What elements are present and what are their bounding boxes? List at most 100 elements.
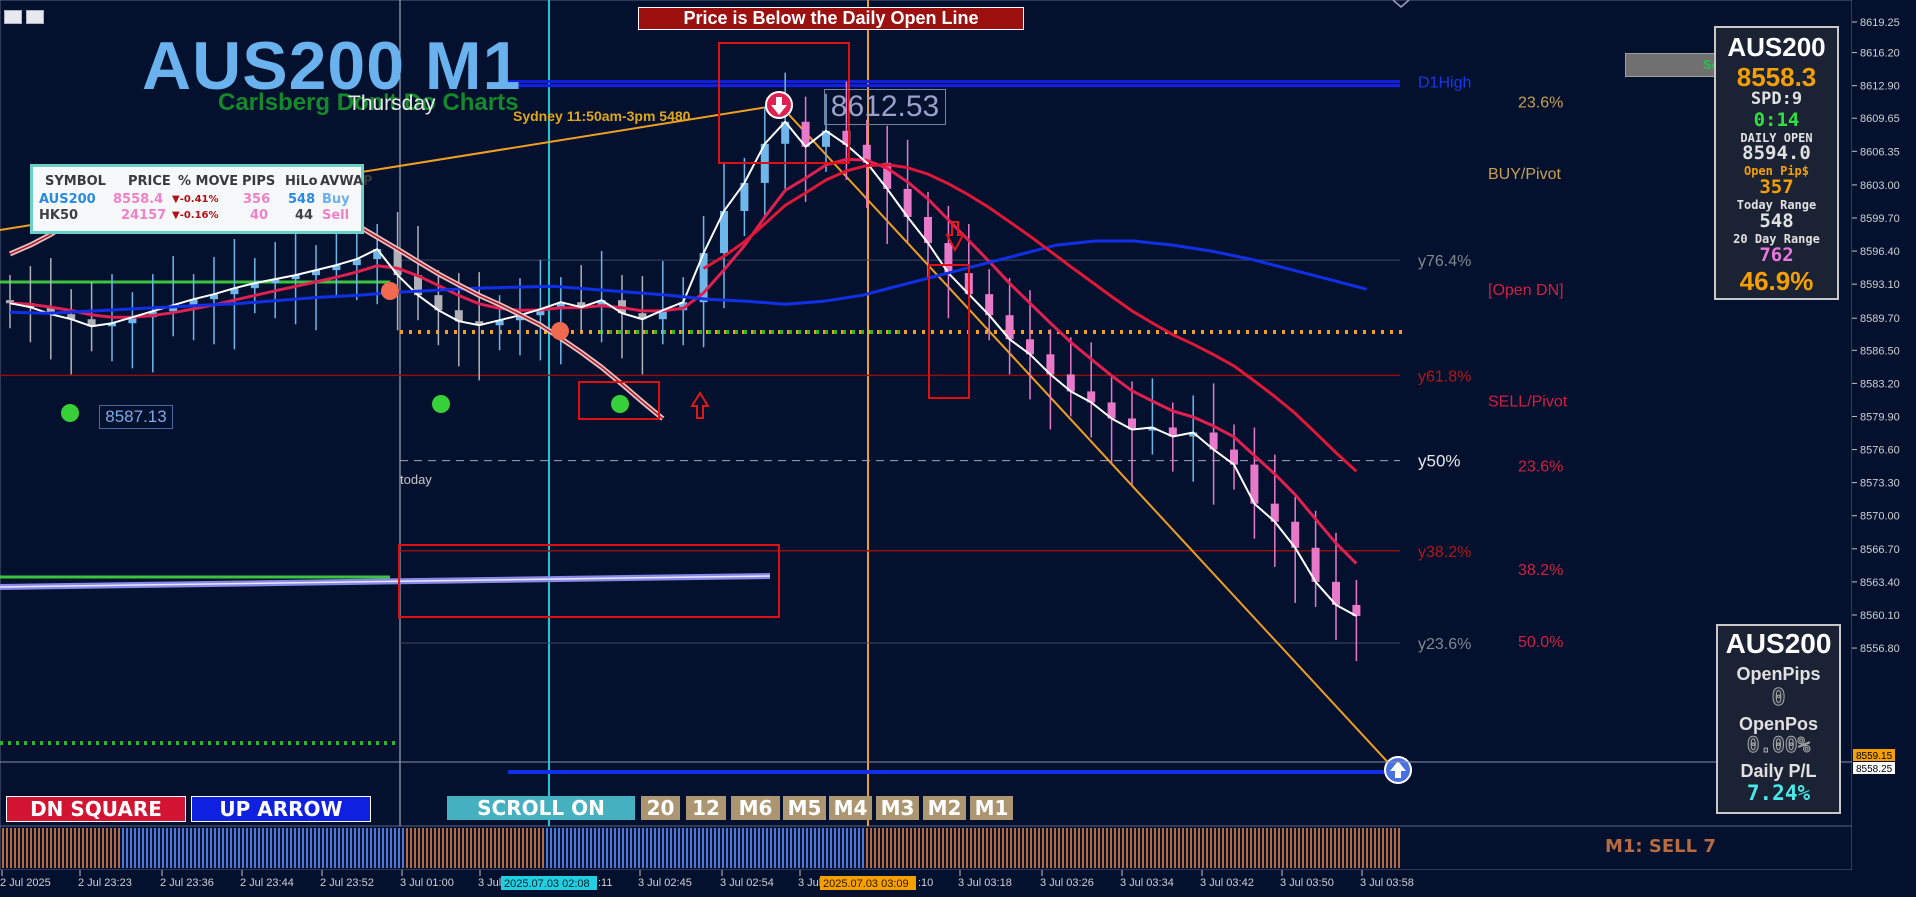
histogram-bar	[1186, 828, 1188, 868]
green-dot	[61, 404, 79, 422]
high-price-label: 8612.53	[824, 89, 946, 125]
histogram-bar	[302, 828, 304, 868]
shift-marker-icon	[1392, 0, 1410, 8]
tf-button-12[interactable]: 12	[686, 796, 726, 820]
histogram-bar	[426, 828, 428, 868]
tf-button-m2[interactable]: M2	[923, 796, 966, 820]
time-tick-label: 3 Jul 03:18	[958, 877, 1012, 889]
watchlist-row-price: 8558.4	[113, 192, 164, 207]
histogram-bar	[630, 828, 632, 868]
histogram-bar	[1002, 828, 1004, 868]
histogram-bar	[698, 828, 700, 868]
histogram-bar	[74, 828, 76, 868]
histogram-bar	[358, 828, 360, 868]
histogram-bar	[114, 828, 116, 868]
one-click-trading-icon[interactable]	[4, 10, 22, 24]
histogram-bar	[1174, 828, 1176, 868]
histogram-bar	[1398, 828, 1400, 868]
time-tick-label: 3 Jul 01:00	[400, 877, 454, 889]
histogram-bar	[1034, 828, 1036, 868]
histogram-bar	[734, 828, 736, 868]
histogram-bar	[462, 828, 464, 868]
watchlist-row-symbol[interactable]: HK50	[39, 208, 78, 223]
price-tick-label: 8576.60	[1860, 445, 1900, 457]
time-tick-label: 3 Jul 03:50	[1280, 877, 1334, 889]
histogram-bar	[162, 828, 164, 868]
histogram-bar	[78, 828, 80, 868]
histogram-bar	[1134, 828, 1136, 868]
price-chart[interactable]: D1High 23.6% BUY/Pivot y76.4% [Open DN] y61.8…	[0, 0, 1916, 897]
watchlist-row-move: ▼-0.41%	[172, 194, 219, 205]
histogram-bar	[106, 828, 108, 868]
watchlist-header-hilo: HiLo	[285, 174, 318, 189]
level-label: y61.8%	[1418, 368, 1471, 385]
time-tag-cyan-tail: :11	[598, 877, 612, 889]
histogram-bar	[146, 828, 148, 868]
ask-price-label: 8559.15	[1856, 751, 1893, 762]
scroll-on-button[interactable]: SCROLL ON	[447, 796, 635, 820]
histogram-bar	[998, 828, 1000, 868]
histogram-bar	[658, 828, 660, 868]
histogram-bar	[286, 828, 288, 868]
histogram-bar	[94, 828, 96, 868]
histogram-bar	[862, 828, 864, 868]
tf-button-m4[interactable]: M4	[829, 796, 872, 820]
histogram-bar	[538, 828, 540, 868]
histogram-bar	[350, 828, 352, 868]
watchlist-row-hilo: 44	[295, 208, 314, 223]
histogram-bar	[450, 828, 452, 868]
histogram-bar	[910, 828, 912, 868]
histogram-bar	[954, 828, 956, 868]
histogram-bar	[870, 828, 872, 868]
side-button[interactable]: Se	[1625, 53, 1727, 77]
histogram-bar	[618, 828, 620, 868]
watchlist-header-pips: PIPS	[242, 174, 276, 189]
histogram-bar	[822, 828, 824, 868]
chart-window: D1High 23.6% BUY/Pivot y76.4% [Open DN] y61.8…	[0, 0, 1916, 897]
histogram-bar	[1246, 828, 1248, 868]
histogram-bar	[518, 828, 520, 868]
histogram-bar	[1238, 828, 1240, 868]
histogram-bar	[726, 828, 728, 868]
histogram-bar	[1386, 828, 1388, 868]
histogram-bar	[1254, 828, 1256, 868]
histogram-bar	[70, 828, 72, 868]
watchlist-row-symbol[interactable]: AUS200	[39, 192, 96, 207]
dn-square-button[interactable]: DN SQUARE	[6, 796, 186, 822]
histogram-bar	[366, 828, 368, 868]
tf-button-m6[interactable]: M6	[731, 796, 780, 820]
tf-button-m3[interactable]: M3	[876, 796, 919, 820]
pl-open-pos-label: OpenPos	[1738, 714, 1818, 734]
histogram-bar	[858, 828, 860, 868]
info-20day-range: 762	[1759, 244, 1794, 266]
tf-button-20[interactable]: 20	[641, 796, 680, 820]
up-arrow-button[interactable]: UP ARROW	[191, 796, 371, 822]
histogram-bar	[710, 828, 712, 868]
histogram-bar	[850, 828, 852, 868]
histogram-bar	[334, 828, 336, 868]
histogram-bar	[110, 828, 112, 868]
watchlist-row-pips: 40	[250, 208, 269, 223]
tf-button-m5[interactable]: M5	[783, 796, 826, 820]
watchlist-header-move: % MOVE	[178, 174, 239, 189]
histogram-bar	[1042, 828, 1044, 868]
time-tick-label: 3 Jul	[478, 877, 501, 889]
histogram-bar	[354, 828, 356, 868]
histogram-bar	[1218, 828, 1220, 868]
histogram-bar	[978, 828, 980, 868]
histogram-bar	[306, 828, 308, 868]
tf-button-m1[interactable]: M1	[970, 796, 1013, 820]
chart-properties-icon[interactable]	[26, 10, 44, 24]
histogram-bar	[918, 828, 920, 868]
histogram-bar	[530, 828, 532, 868]
histogram-bar	[986, 828, 988, 868]
histogram-bar	[678, 828, 680, 868]
histogram-bar	[330, 828, 332, 868]
histogram-bar	[14, 828, 16, 868]
time-tick-label: 2 Jul 23:52	[320, 877, 374, 889]
histogram-bar	[2, 828, 4, 868]
histogram-bar	[98, 828, 100, 868]
histogram-bar	[422, 828, 424, 868]
histogram-bar	[18, 828, 20, 868]
watchlist-row-avwap: Sell	[322, 208, 350, 223]
